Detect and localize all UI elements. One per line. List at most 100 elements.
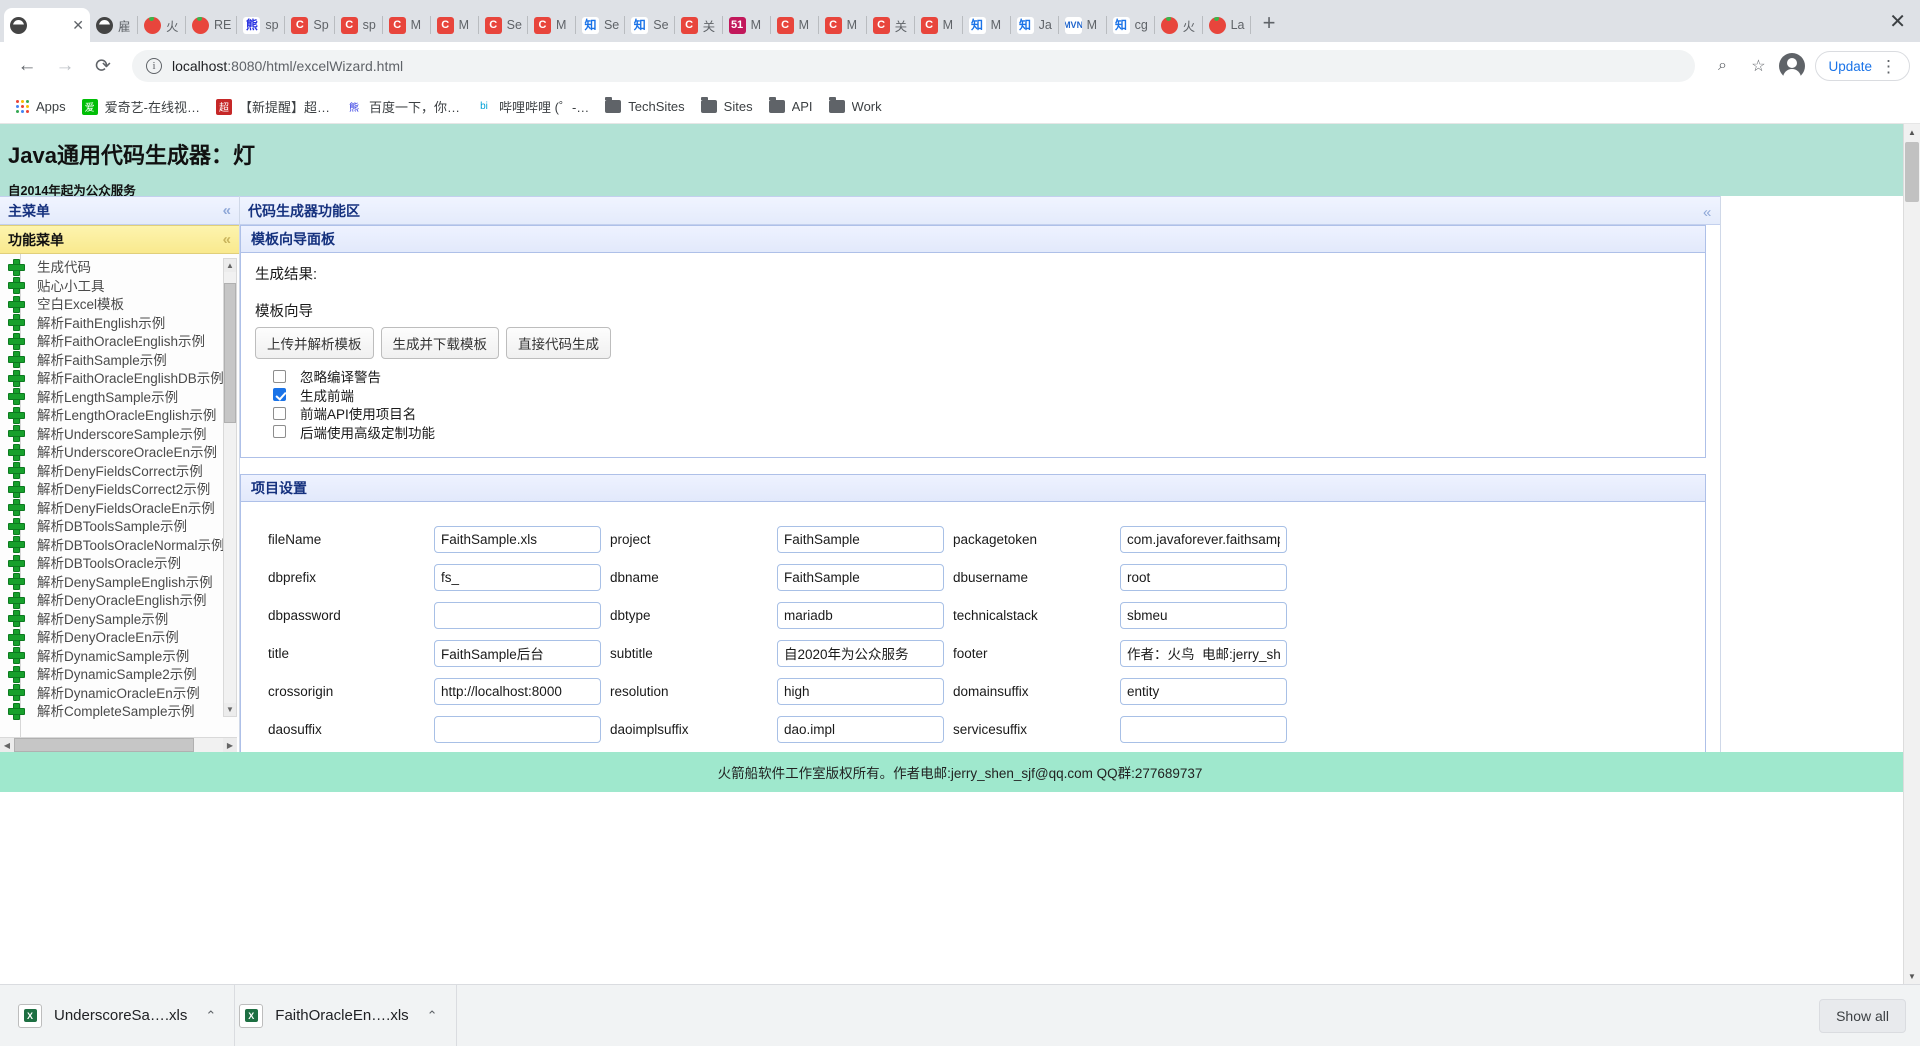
checkbox-input[interactable] — [273, 388, 286, 402]
checkbox-row[interactable]: 前端API使用项目名 — [273, 404, 1705, 423]
browser-tab[interactable]: Csp — [335, 8, 383, 42]
sidebar-menu-item[interactable]: 解析DBToolsSample示例 — [8, 516, 239, 535]
browser-tab[interactable]: 知M — [963, 8, 1011, 42]
field-input-daoimplsuffix[interactable] — [777, 715, 944, 743]
bookmark-item[interactable]: 超【新提醒】超… — [208, 93, 338, 120]
field-input-servicesuffix[interactable] — [1120, 715, 1287, 743]
page-scroll-up-icon[interactable]: ▲ — [1904, 124, 1920, 140]
sidebar-menu-item[interactable]: 解析UnderscoreSample示例 — [8, 424, 239, 443]
field-input-dbname[interactable] — [777, 563, 944, 591]
scroll-left-arrow-icon[interactable]: ◀ — [0, 738, 14, 752]
bookmark-item[interactable]: 爱爱奇艺-在线视… — [74, 93, 208, 120]
region-collapse-chevron-icon[interactable]: « — [1703, 204, 1711, 221]
wizard-action-button[interactable]: 生成并下载模板 — [380, 327, 499, 359]
sidebar-menu-item[interactable]: 解析DenyOracleEnglish示例 — [8, 590, 239, 609]
scroll-down-arrow-icon[interactable]: ▼ — [224, 703, 236, 716]
sidebar-menu-item[interactable]: 解析DynamicSample2示例 — [8, 664, 239, 683]
download-item[interactable]: X UnderscoreSa….xls ⌃ — [14, 984, 236, 1046]
sidebar-menu-item[interactable]: 解析DenyFieldsOracleEn示例 — [8, 498, 239, 517]
field-input-dbtype[interactable] — [777, 601, 944, 629]
sidebar-menu-item[interactable]: 解析FaithOracleEnglish示例 — [8, 331, 239, 350]
browser-tab[interactable]: ✕ — [4, 8, 90, 42]
browser-tab[interactable]: CM — [431, 8, 479, 42]
sidebar-menu-item[interactable]: 生成代码 — [8, 257, 239, 276]
bookmark-item[interactable]: Apps — [8, 95, 74, 118]
sidebar-menu-item[interactable]: 解析DenyFieldsCorrect示例 — [8, 461, 239, 480]
browser-tab[interactable]: 51 M — [723, 8, 771, 42]
field-input-filename[interactable] — [434, 525, 601, 553]
bookmark-item[interactable]: Sites — [693, 95, 761, 118]
window-close-button[interactable]: ✕ — [1889, 9, 1906, 34]
field-input-dbpassword[interactable] — [434, 601, 601, 629]
download-item[interactable]: X FaithOracleEn….xls ⌃ — [235, 984, 457, 1046]
tab-close-icon[interactable]: ✕ — [70, 17, 84, 34]
main-menu-header[interactable]: 主菜单 « — [0, 196, 239, 225]
zoom-icon[interactable]: ⌕ — [1707, 51, 1737, 81]
field-input-domainsuffix[interactable] — [1120, 677, 1287, 705]
bookmark-item[interactable]: 熊百度一下，你… — [338, 93, 468, 120]
scroll-up-arrow-icon[interactable]: ▲ — [224, 259, 236, 272]
field-input-technicalstack[interactable] — [1120, 601, 1287, 629]
checkbox-row[interactable]: 生成前端 — [273, 386, 1705, 405]
reload-button[interactable]: ⟳ — [86, 49, 120, 83]
sidebar-menu-item[interactable]: 解析DBToolsOracle示例 — [8, 553, 239, 572]
field-input-project[interactable] — [777, 525, 944, 553]
browser-tab[interactable]: CM — [528, 8, 576, 42]
wizard-action-button[interactable]: 上传并解析模板 — [255, 327, 374, 359]
sidebar-menu-item[interactable]: 解析FaithEnglish示例 — [8, 313, 239, 332]
sidebar-menu-item[interactable]: 解析FaithSample示例 — [8, 350, 239, 369]
field-input-footer[interactable] — [1120, 639, 1287, 667]
browser-tab[interactable]: C关 — [867, 8, 915, 42]
page-scrollbar-thumb[interactable] — [1905, 142, 1919, 202]
browser-tab[interactable]: 熊 sp — [237, 8, 286, 42]
profile-avatar[interactable] — [1779, 53, 1806, 81]
field-input-packagetoken[interactable] — [1120, 525, 1287, 553]
sidebar-menu-item[interactable]: 解析DynamicOracleEn示例 — [8, 683, 239, 702]
browser-tab[interactable]: La — [1203, 8, 1251, 42]
checkbox-input[interactable] — [273, 369, 286, 383]
chevron-collapse-icon[interactable]: « — [223, 202, 231, 219]
field-input-resolution[interactable] — [777, 677, 944, 705]
back-button[interactable]: ← — [10, 49, 44, 83]
bookmark-item[interactable]: Work — [821, 95, 890, 118]
checkbox-input[interactable] — [273, 406, 286, 420]
browser-tab[interactable]: C关 — [675, 8, 723, 42]
browser-tab[interactable]: 火 — [1155, 8, 1203, 42]
field-input-dbusername[interactable] — [1120, 563, 1287, 591]
download-menu-chevron-icon[interactable]: ⌃ — [205, 1008, 216, 1024]
sidebar-menu-item[interactable]: 解析CompleteSample示例 — [8, 701, 239, 720]
sidebar-menu-item[interactable]: 贴心小工具 — [8, 276, 239, 295]
sidebar-menu-item[interactable]: 解析DenySampleEnglish示例 — [8, 572, 239, 591]
bookmark-star-icon[interactable]: ☆ — [1743, 51, 1773, 81]
sidebar-menu-item[interactable]: 解析LengthOracleEnglish示例 — [8, 405, 239, 424]
sidebar-menu-item[interactable]: 解析UnderscoreOracleEn示例 — [8, 442, 239, 461]
wizard-action-button[interactable]: 直接代码生成 — [506, 327, 611, 359]
sidebar-menu-item[interactable]: 空白Excel模板 — [8, 294, 239, 313]
checkbox-row[interactable]: 后端使用高级定制功能 — [273, 423, 1705, 442]
sidebar-menu-item[interactable]: 解析FaithOracleEnglishDB示例 — [8, 368, 239, 387]
browser-tab[interactable]: MVN M — [1059, 8, 1107, 42]
download-menu-chevron-icon[interactable]: ⌃ — [427, 1008, 438, 1024]
page-vertical-scrollbar[interactable]: ▲ ▼ — [1903, 124, 1920, 984]
sidebar-menu-item[interactable]: 解析LengthSample示例 — [8, 387, 239, 406]
browser-tab[interactable]: CM — [819, 8, 867, 42]
sidebar-menu-item[interactable]: 解析DenySample示例 — [8, 609, 239, 628]
browser-tab[interactable]: 雇 — [90, 8, 138, 42]
show-all-downloads-button[interactable]: Show all — [1819, 998, 1906, 1033]
update-button[interactable]: Update ⋮ — [1815, 51, 1910, 81]
sidebar-menu-item[interactable]: 解析DenyFieldsCorrect2示例 — [8, 479, 239, 498]
sidebar-menu-item[interactable]: 解析DenyOracleEn示例 — [8, 627, 239, 646]
sidebar-vertical-scrollbar[interactable]: ▲ ▼ — [223, 258, 237, 717]
hscrollbar-thumb[interactable] — [14, 738, 194, 752]
sidebar-horizontal-scrollbar[interactable]: ◀ ▶ — [0, 737, 237, 752]
address-bar[interactable]: i localhost:8080/html/excelWizard.html — [132, 50, 1696, 82]
function-menu-header[interactable]: 功能菜单 « — [0, 225, 239, 254]
bookmark-item[interactable]: API — [761, 95, 821, 118]
bookmark-item[interactable]: bi 哔哩哔哩 (゜-… — [468, 93, 597, 120]
checkbox-input[interactable] — [273, 425, 286, 439]
browser-tab[interactable]: 火 — [138, 8, 186, 42]
browser-tab[interactable]: RE — [186, 8, 238, 42]
sidebar-menu-item[interactable]: 解析DBToolsOracleNormal示例 — [8, 535, 239, 554]
browser-menu-icon[interactable]: ⋮ — [1880, 58, 1897, 75]
scroll-right-arrow-icon[interactable]: ▶ — [223, 738, 237, 752]
